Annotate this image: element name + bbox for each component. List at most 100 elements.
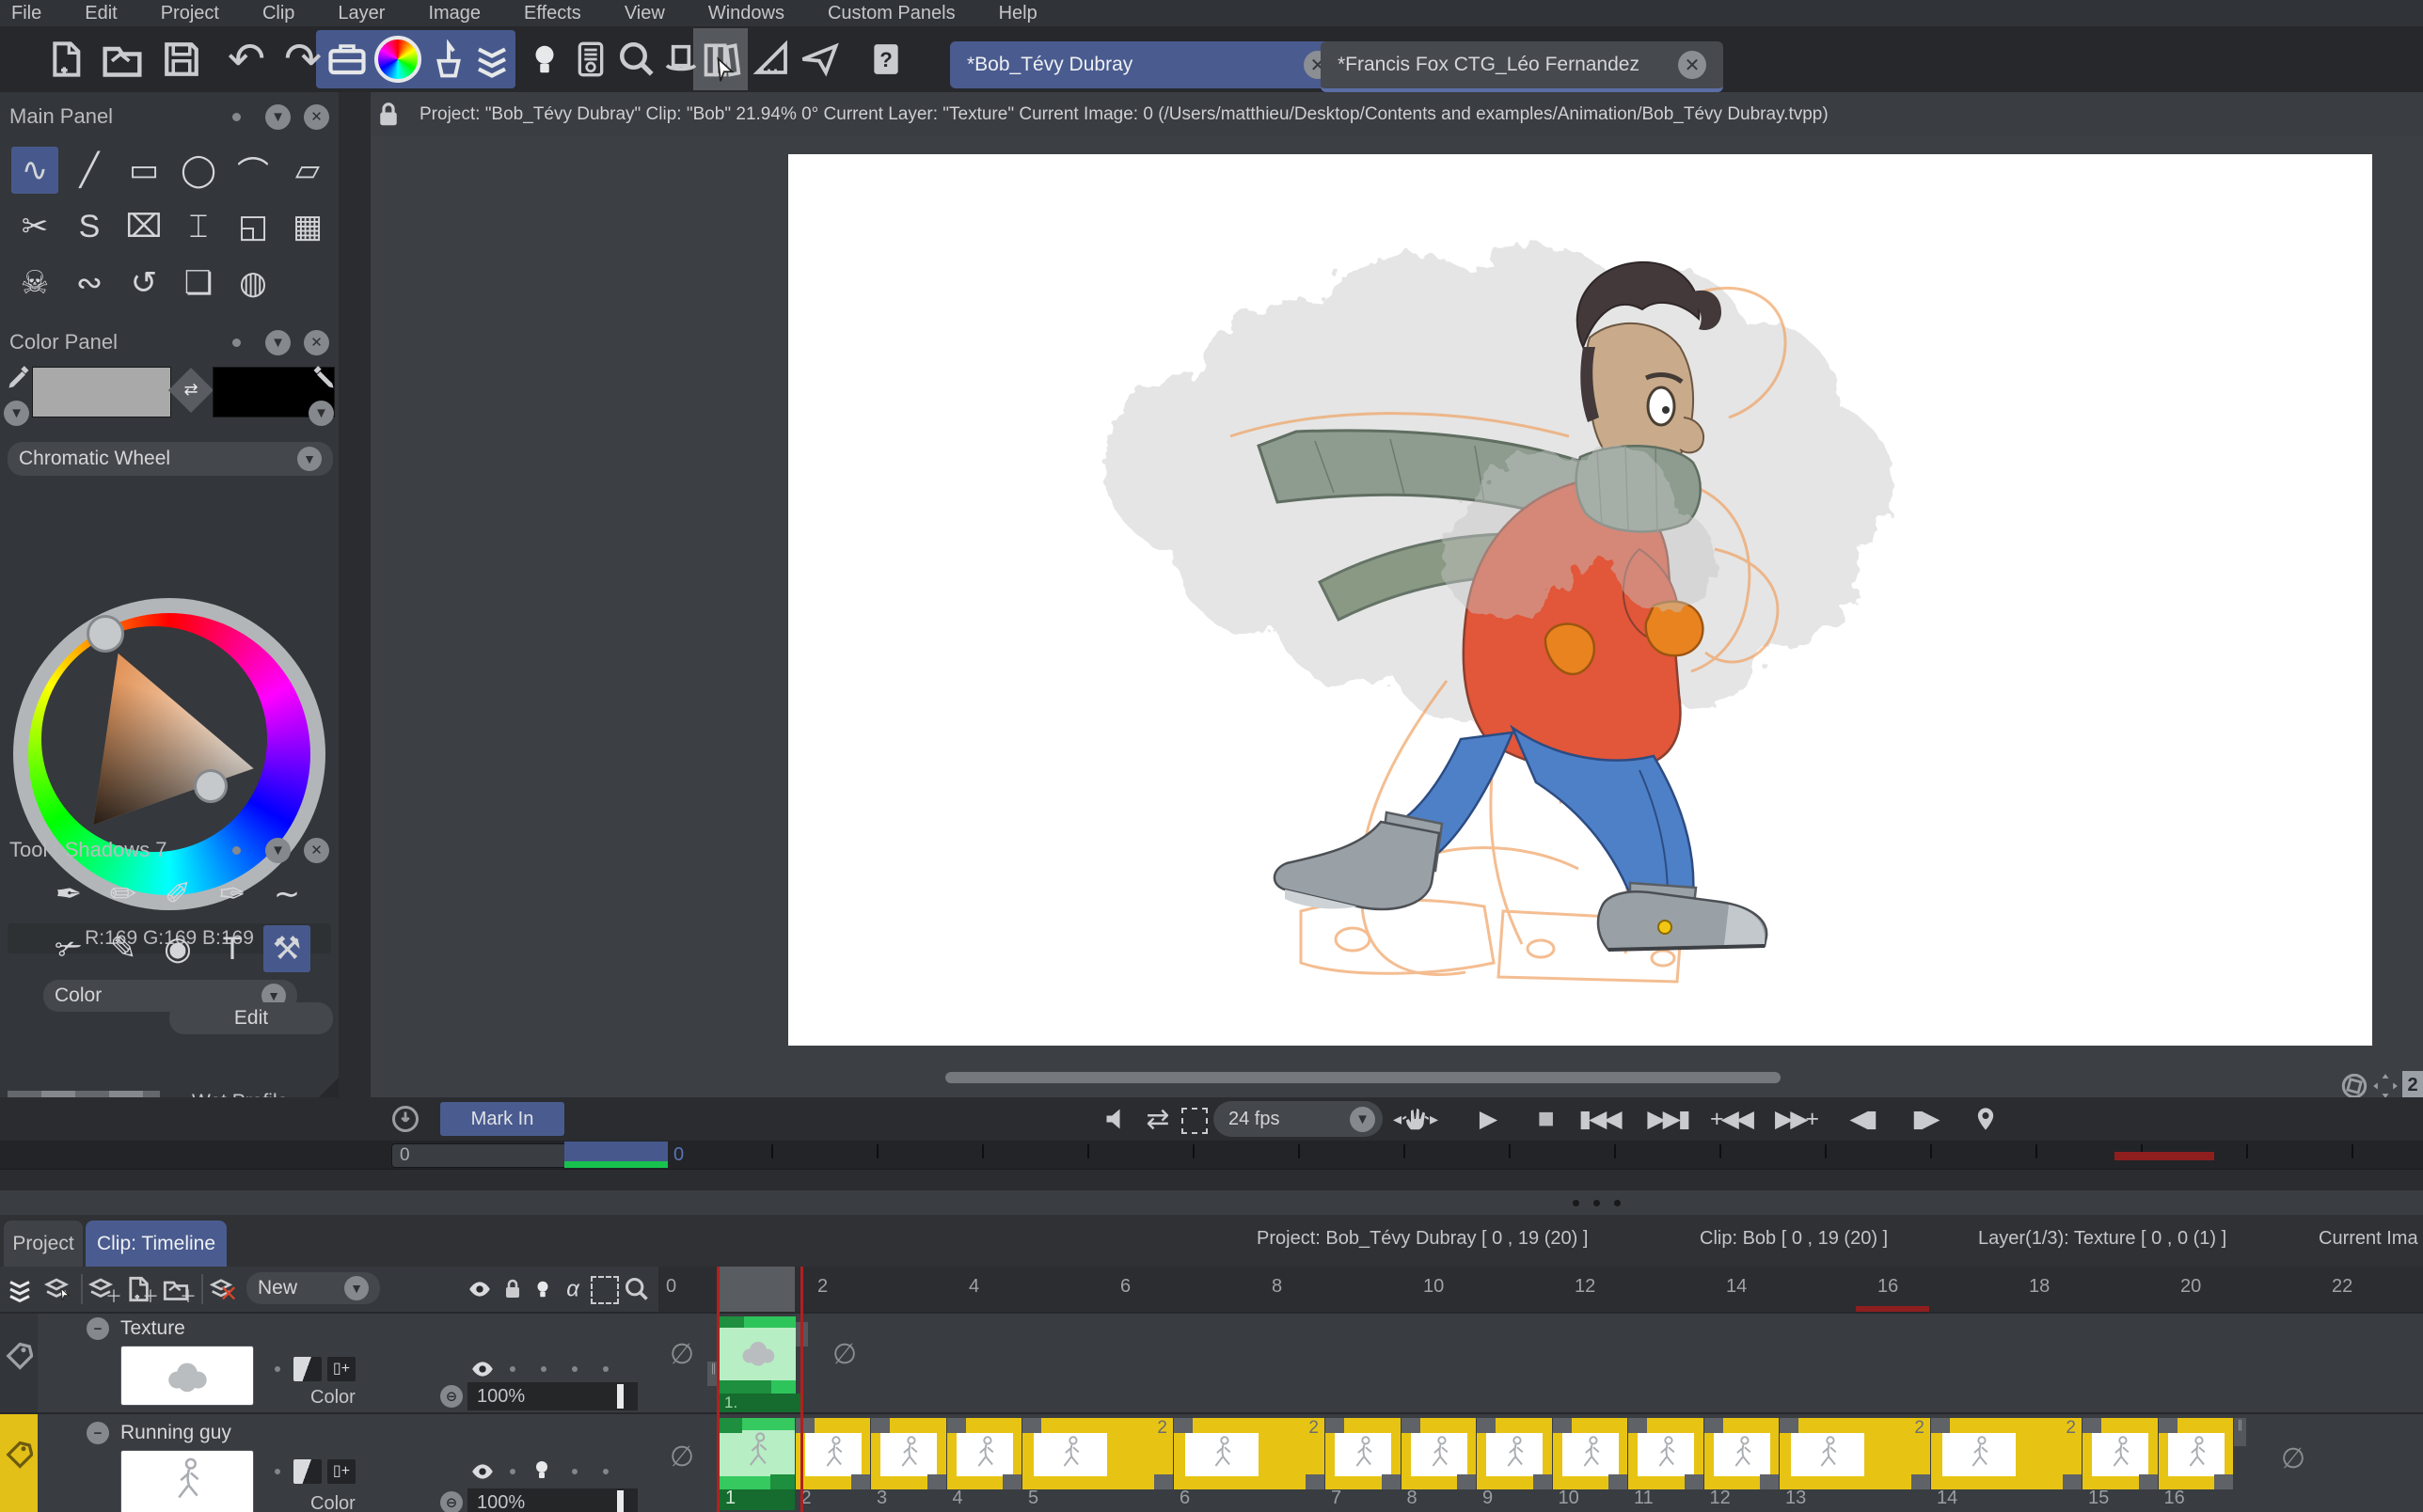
menu-custom-panels[interactable]: Custom Panels <box>828 3 956 24</box>
exposure-cell-10[interactable] <box>1553 1418 1628 1489</box>
add-instance-icon[interactable]: ▯+ <box>327 1357 356 1381</box>
tool-page-flip[interactable]: ❏ <box>175 260 222 307</box>
layer-thumbnail[interactable] <box>120 1450 254 1512</box>
shuttle-hand-button[interactable]: ◂▸ <box>1390 1101 1441 1137</box>
edit-button[interactable]: Edit <box>169 1002 333 1034</box>
layer-light-icon[interactable] <box>531 1456 553 1484</box>
mark-clock-icon[interactable] <box>391 1105 420 1133</box>
tool-smudge[interactable]: ∼ <box>263 871 310 918</box>
left-panel-scrollstrip[interactable] <box>339 92 371 1190</box>
layer-row-texture[interactable]: − Texture ▯+ Color ⊖ 100% ∅ 1. ∥ ∥ ∅ <box>0 1312 2423 1414</box>
menu-edit[interactable]: Edit <box>85 3 117 24</box>
eye-column-icon[interactable] <box>463 1272 497 1306</box>
exposure-cell-4[interactable] <box>947 1418 1022 1489</box>
tool-cut-selection[interactable]: ✂ <box>11 203 58 250</box>
frame-ruler[interactable]: 0246810121416182022 <box>658 1267 2423 1312</box>
skip-first-button[interactable]: ▮◀◀ <box>1573 1101 1625 1137</box>
collapse-panel-icon[interactable]: ▼ <box>265 104 291 130</box>
tool-smart-selection[interactable]: S <box>66 203 113 250</box>
skip-last-button[interactable]: ▶▶▮ <box>1641 1101 1694 1137</box>
scrub-row[interactable]: 0 0 <box>0 1141 2423 1169</box>
layers-panel-toggle[interactable] <box>468 32 515 87</box>
opacity-slider-handle[interactable] <box>617 1490 624 1512</box>
collapse-layer-icon[interactable]: − <box>87 1422 109 1444</box>
menu-image[interactable]: Image <box>428 3 481 24</box>
menu-layer[interactable]: Layer <box>338 3 385 24</box>
flip-range-button[interactable] <box>1181 1108 1208 1134</box>
exposure-cell-5[interactable]: 2 <box>1022 1418 1173 1489</box>
add-instance-icon[interactable]: ▯+ <box>327 1459 356 1484</box>
main-panel-toggle[interactable] <box>324 32 371 87</box>
exposure-cell-7[interactable] <box>1325 1418 1401 1489</box>
opacity-value[interactable]: 100% <box>467 1488 638 1512</box>
menu-windows[interactable]: Windows <box>708 3 784 24</box>
layer-row-running-guy[interactable]: − Running guy ▯+ Color ⊖ 100% ∅ <box>0 1412 2423 1512</box>
exposure-cell-2[interactable] <box>796 1418 871 1489</box>
project-tab-bob[interactable]: *Bob_Tévy Dubray ✕ <box>950 41 1349 88</box>
fps-dropdown[interactable]: 24 fps ▼ <box>1213 1101 1383 1137</box>
audio-toggle-button[interactable] <box>1099 1101 1134 1137</box>
tool-fishbone[interactable]: ⌶ <box>175 203 222 250</box>
color-a-dropdown-icon[interactable]: ▼ <box>4 401 29 426</box>
collapse-panel-icon[interactable]: ▼ <box>265 838 291 863</box>
tool-transform[interactable]: ◱ <box>230 203 277 250</box>
texture-frame0-cell[interactable]: 1. ∥ ∥ <box>720 1316 796 1414</box>
lock-column-icon[interactable] <box>499 1272 527 1306</box>
step-back-button[interactable]: ◀▮ <box>1836 1101 1889 1137</box>
tool-restore-brush[interactable]: ↺ <box>120 260 167 307</box>
canvas-hscrollbar[interactable] <box>945 1072 1781 1083</box>
current-frame-field[interactable]: 0 <box>391 1143 572 1168</box>
range-block[interactable] <box>564 1142 668 1161</box>
tool-skull[interactable]: ☠ <box>11 260 58 307</box>
tag-icon[interactable] <box>5 1342 33 1370</box>
exposure-cell-3[interactable] <box>871 1418 946 1489</box>
tool-camera[interactable]: ▦ <box>284 203 331 250</box>
menu-effects[interactable]: Effects <box>524 3 581 24</box>
alpha-column-icon[interactable] <box>559 1272 587 1306</box>
tool-pencil[interactable]: ✏ <box>100 871 147 918</box>
loop-button[interactable]: ⇄ <box>1140 1101 1176 1137</box>
tag-icon[interactable] <box>5 1441 33 1469</box>
collapse-layer-icon[interactable]: − <box>87 1317 109 1340</box>
tab-clip-timeline[interactable]: Clip: Timeline <box>86 1221 227 1267</box>
tool-rectangle[interactable]: ▭ <box>120 147 167 194</box>
light-column-icon[interactable] <box>529 1272 557 1306</box>
close-panel-icon[interactable]: ✕ <box>304 104 329 130</box>
step-forward-button[interactable]: ▮▶ <box>1898 1101 1951 1137</box>
redo-button[interactable]: ↷ <box>278 32 327 87</box>
tab-project[interactable]: Project <box>4 1221 83 1267</box>
menu-clip[interactable]: Clip <box>262 3 294 24</box>
lock-icon[interactable] <box>374 99 403 131</box>
add-layer-button[interactable]: ＋ <box>87 1272 122 1306</box>
help-button[interactable] <box>863 32 909 87</box>
play-button[interactable]: ▶ <box>1461 1101 1513 1137</box>
close-panel-icon[interactable]: ✕ <box>304 330 329 355</box>
tool-crop[interactable]: ⌧ <box>120 203 167 250</box>
menu-project[interactable]: Project <box>161 3 219 24</box>
send-button[interactable] <box>796 32 843 87</box>
stack-select-icon[interactable] <box>40 1272 75 1306</box>
eyedropper-b-icon[interactable] <box>310 365 337 391</box>
timeline-zoom-icon[interactable] <box>621 1272 653 1306</box>
tool-line[interactable]: ╱ <box>66 147 113 194</box>
stop-button[interactable]: ■ <box>1518 1101 1571 1137</box>
close-panel-icon[interactable]: ✕ <box>304 838 329 863</box>
light-table-button[interactable] <box>523 32 566 87</box>
layer-name[interactable]: Running guy <box>120 1422 231 1444</box>
tool-eraser[interactable]: ▱ <box>284 147 331 194</box>
tool-sketch-pen[interactable]: ✃ <box>45 925 92 972</box>
pan-view-icon[interactable] <box>2372 1073 2399 1099</box>
hue-handle[interactable] <box>87 615 124 653</box>
tool-text[interactable]: T <box>209 925 256 972</box>
magic-hat-button[interactable] <box>658 32 704 87</box>
exposure-cell-11[interactable] <box>1628 1418 1703 1489</box>
pos-icon[interactable] <box>293 1459 322 1484</box>
layer-thumbnail[interactable] <box>120 1346 254 1406</box>
color-b-dropdown-icon[interactable]: ▼ <box>309 401 334 426</box>
tool-waterdrop[interactable]: ◉ <box>154 925 201 972</box>
extend-handle[interactable]: ∥ <box>796 1322 808 1347</box>
exposure-cell-14[interactable]: 2 <box>1931 1418 2082 1489</box>
exposure-cell-9[interactable] <box>1477 1418 1552 1489</box>
exposure-cell-8[interactable] <box>1402 1418 1477 1489</box>
tool-ellipse[interactable]: ◯ <box>175 147 222 194</box>
